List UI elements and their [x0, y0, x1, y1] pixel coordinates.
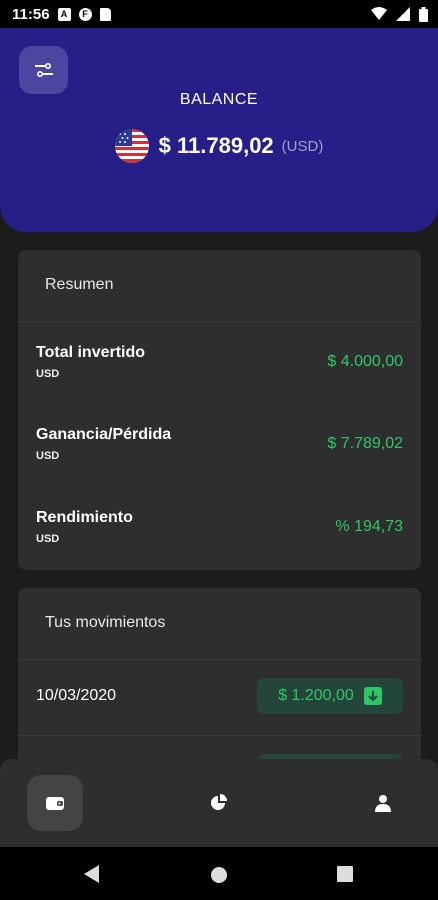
movements-title: Tus movimientos [18, 588, 421, 660]
back-icon[interactable] [84, 865, 100, 883]
wifi-icon [371, 7, 387, 20]
summary-row-value: $ 4.000,00 [327, 353, 403, 370]
summary-row-value: $ 7.789,02 [327, 435, 403, 452]
pie-chart-icon [211, 794, 227, 810]
arrow-down-icon [363, 687, 382, 705]
summary-row-total-invested: Total invertido USD $ 4.000,00 [36, 344, 403, 380]
balance-currency: (USD) [281, 137, 324, 155]
status-time: 11:56 [12, 5, 50, 23]
balance-amount: $ 11.789,02 [158, 133, 274, 158]
f-notification-icon: F [78, 7, 92, 21]
balance-title: BALANCE [179, 91, 259, 108]
status-left: 11:56 A F [12, 6, 111, 23]
sd-card-icon [99, 7, 111, 21]
balance-row: $ 11.789,02 (USD) [0, 129, 438, 163]
movements-card: Tus movimientos 10/03/2020 $ 1.200,00 [18, 588, 421, 788]
movement-amount: $ 1.200,00 [278, 687, 354, 704]
filter-button[interactable] [19, 46, 68, 94]
nav-stats[interactable] [191, 775, 247, 831]
signal-icon [396, 7, 410, 21]
bottom-nav [0, 759, 438, 847]
wallet-icon [46, 797, 64, 810]
status-right [371, 6, 428, 22]
recents-icon[interactable] [337, 866, 353, 882]
movement-amount-chip: $ 1.200,00 [257, 678, 403, 714]
summary-row-value: % 194,73 [335, 518, 403, 535]
summary-row-profit-loss: Ganancia/Pérdida USD $ 7.789,02 [36, 426, 403, 462]
home-icon[interactable] [210, 866, 228, 884]
user-icon [375, 795, 391, 812]
summary-card: Resumen Total invertido USD $ 4.000,00 G… [18, 250, 421, 570]
movement-row[interactable]: 10/03/2020 $ 1.200,00 [18, 660, 421, 736]
system-nav-bar [0, 847, 438, 900]
movement-date: 10/03/2020 [36, 687, 117, 704]
nav-profile[interactable] [355, 775, 411, 831]
balance-header: BALANCE $ 11.789,02 (USD) [0, 28, 438, 232]
summary-row-yield: Rendimiento USD % 194,73 [36, 509, 403, 545]
summary-title: Resumen [18, 250, 421, 322]
filter-icon [34, 63, 53, 77]
status-bar: 11:56 A F [0, 0, 438, 28]
nav-wallet[interactable] [27, 775, 83, 831]
a-notification-icon: A [57, 7, 71, 21]
battery-icon [419, 6, 428, 22]
us-flag-icon [114, 129, 149, 163]
